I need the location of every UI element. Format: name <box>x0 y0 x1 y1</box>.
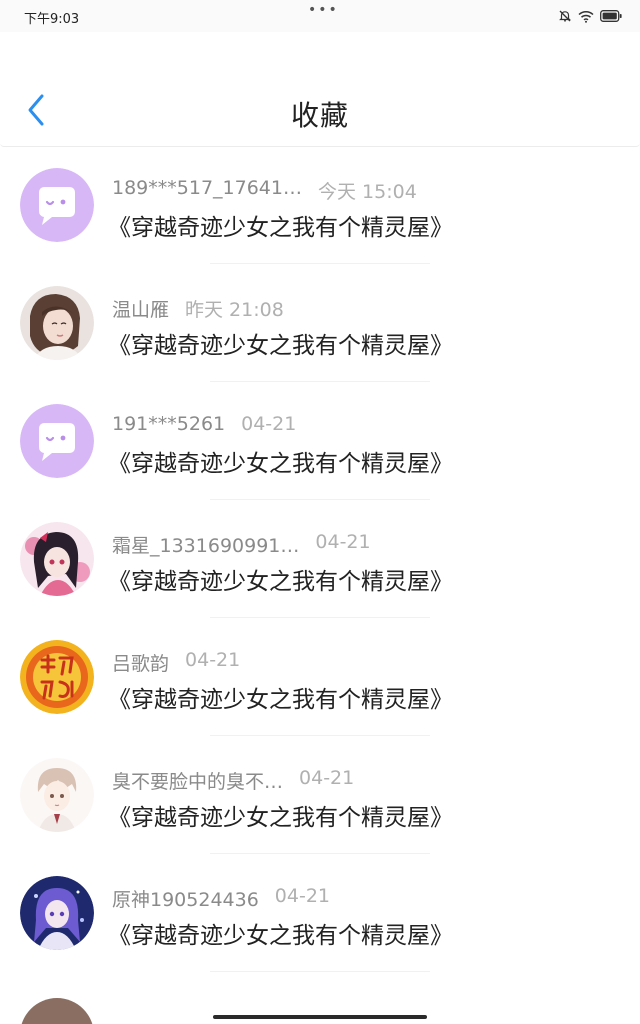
wifi-icon <box>578 10 594 23</box>
user-name: 霜星_1331690991… <box>112 535 300 557</box>
item-meta: 191***5261 04-21 <box>112 413 612 439</box>
item-time: 04-21 <box>274 885 331 907</box>
page-title: 收藏 <box>290 99 349 132</box>
anime-boy-avatar <box>20 758 94 832</box>
list-item-partial[interactable] <box>0 998 640 1024</box>
anime-girl-avatar <box>20 522 94 596</box>
item-meta: 原神190524436 04-21 <box>112 885 612 911</box>
book-title: 《穿越奇迹少女之我有个精灵屋》 <box>108 451 453 477</box>
item-meta: 温山雁 昨天 21:08 <box>112 295 612 321</box>
book-title: 《穿越奇迹少女之我有个精灵屋》 <box>108 333 453 359</box>
user-name: 温山雁 <box>112 299 170 321</box>
favorites-list: 189***517_17641… 今天 15:04 《穿越奇迹少女之我有个精灵屋》 <box>0 146 640 972</box>
battery-icon <box>600 10 622 22</box>
new-year-avatar <box>20 640 94 714</box>
user-name: 189***517_17641… <box>112 177 302 199</box>
item-meta: 臭不要脸中的臭不… 04-21 <box>112 767 612 793</box>
status-bar: 下午9:03 ••• <box>0 0 640 32</box>
list-item[interactable]: 189***517_17641… 今天 15:04 《穿越奇迹少女之我有个精灵屋》 <box>0 146 640 264</box>
chat-bubble-avatar <box>20 168 94 242</box>
book-title: 《穿越奇迹少女之我有个精灵屋》 <box>108 215 453 241</box>
user-photo-avatar <box>20 286 94 360</box>
status-time: 下午9:03 <box>24 12 80 27</box>
book-title: 《穿越奇迹少女之我有个精灵屋》 <box>108 687 453 713</box>
book-title: 《穿越奇迹少女之我有个精灵屋》 <box>108 923 453 949</box>
item-time: 04-21 <box>241 413 297 435</box>
navigation-header: 收藏 <box>0 32 640 147</box>
home-indicator[interactable] <box>213 1015 427 1019</box>
chat-bubble-avatar <box>20 404 94 478</box>
avatar <box>20 998 94 1024</box>
item-time: 04-21 <box>185 649 241 671</box>
bell-off-icon <box>559 10 571 22</box>
book-title: 《穿越奇迹少女之我有个精灵屋》 <box>108 805 453 831</box>
item-meta: 霜星_1331690991… 04-21 <box>112 531 612 557</box>
list-item[interactable]: 霜星_1331690991… 04-21 《穿越奇迹少女之我有个精灵屋》 <box>0 500 640 618</box>
item-time: 04-21 <box>315 531 371 553</box>
list-item[interactable]: 温山雁 昨天 21:08 《穿越奇迹少女之我有个精灵屋》 <box>0 264 640 382</box>
item-time: 昨天 21:08 <box>185 299 284 321</box>
user-name: 191***5261 <box>112 413 226 435</box>
list-item[interactable]: 吕歌韵 04-21 《穿越奇迹少女之我有个精灵屋》 <box>0 618 640 736</box>
divider <box>210 971 430 972</box>
item-meta: 吕歌韵 04-21 <box>112 649 612 675</box>
favorites-screen: 下午9:03 ••• 收藏 189***517_17641… 今天 15:04 … <box>0 0 640 1024</box>
user-name: 臭不要脸中的臭不… <box>112 771 284 793</box>
item-time: 今天 15:04 <box>317 181 417 203</box>
user-name: 原神190524436 <box>112 889 259 911</box>
item-time: 04-21 <box>299 767 355 789</box>
list-item[interactable]: 臭不要脸中的臭不… 04-21 《穿越奇迹少女之我有个精灵屋》 <box>0 736 640 854</box>
status-icons <box>558 8 622 24</box>
list-item[interactable]: 原神190524436 04-21 《穿越奇迹少女之我有个精灵屋》 <box>0 854 640 972</box>
user-name: 吕歌韵 <box>112 653 170 675</box>
list-item[interactable]: 191***5261 04-21 《穿越奇迹少女之我有个精灵屋》 <box>0 382 640 500</box>
status-dots: ••• <box>308 2 339 18</box>
book-title: 《穿越奇迹少女之我有个精灵屋》 <box>108 569 453 595</box>
anime-purple-avatar <box>20 876 94 950</box>
item-meta: 189***517_17641… 今天 15:04 <box>112 177 612 203</box>
